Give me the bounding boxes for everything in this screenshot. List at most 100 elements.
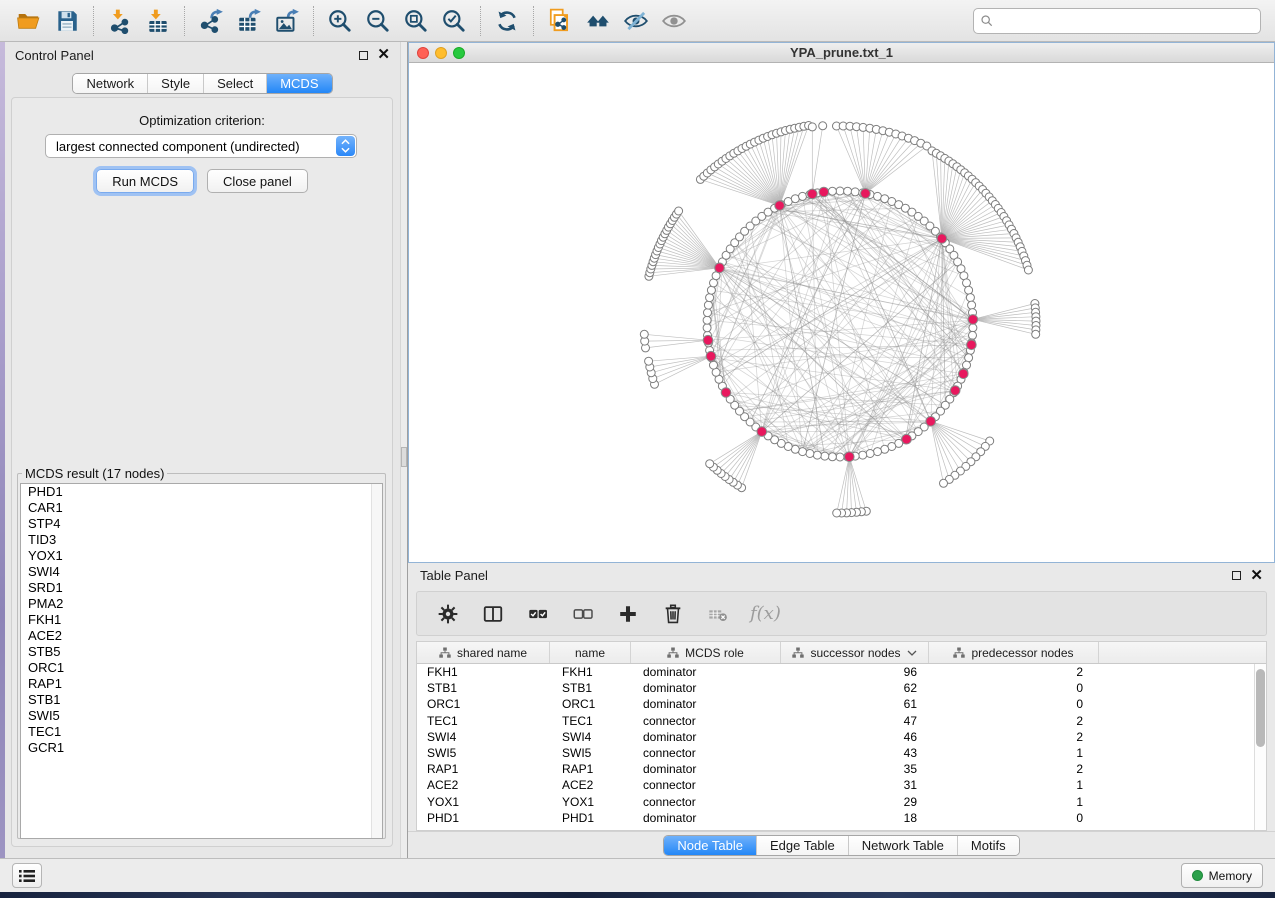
function-builder-button[interactable]: f(x) bbox=[750, 603, 781, 624]
close-panel-button[interactable]: Close panel bbox=[207, 169, 308, 193]
table-row[interactable]: YOX1YOX1connector291 bbox=[417, 794, 1254, 810]
tab-network[interactable]: Network bbox=[73, 74, 147, 93]
import-network-icon bbox=[107, 8, 133, 34]
cell-mcds-role: connector bbox=[631, 777, 781, 793]
mcds-list-scrollbar[interactable] bbox=[371, 484, 382, 838]
mcds-result-item[interactable]: SRD1 bbox=[21, 580, 382, 596]
apply-layout-button[interactable] bbox=[488, 3, 526, 39]
tab-style[interactable]: Style bbox=[147, 74, 203, 93]
run-mcds-button[interactable]: Run MCDS bbox=[96, 169, 194, 193]
column-header-name[interactable]: name bbox=[550, 642, 631, 663]
float-panel-icon[interactable] bbox=[359, 51, 368, 60]
first-neighbors-button[interactable] bbox=[579, 3, 617, 39]
mcds-result-fieldset: MCDS result (17 nodes) PHD1CAR1STP4TID3Y… bbox=[17, 466, 386, 839]
network-graph[interactable] bbox=[409, 63, 1274, 562]
deselect-all-icon bbox=[572, 603, 594, 625]
hide-selected-button[interactable] bbox=[617, 3, 655, 39]
open-file-button[interactable] bbox=[10, 3, 48, 39]
table-row[interactable]: TEC1TEC1connector472 bbox=[417, 713, 1254, 729]
table-scrollbar-thumb[interactable] bbox=[1256, 669, 1265, 747]
vertical-splitter[interactable] bbox=[400, 42, 408, 858]
mcds-result-item[interactable]: TID3 bbox=[21, 532, 382, 548]
maximize-window-icon[interactable] bbox=[453, 47, 465, 59]
column-header-predecessor-nodes[interactable]: predecessor nodes bbox=[929, 642, 1099, 663]
table-row[interactable]: FKH1FKH1dominator962 bbox=[417, 664, 1254, 680]
optimization-criterion-dropdown[interactable]: largest connected component (undirected) bbox=[45, 134, 357, 158]
control-panel: Control Panel ✕ Network Style Select MCD… bbox=[5, 42, 400, 858]
zoom-out-button[interactable] bbox=[359, 3, 397, 39]
cell-predecessor-nodes: 1 bbox=[929, 777, 1099, 793]
zoom-fit-button[interactable] bbox=[397, 3, 435, 39]
task-history-button[interactable] bbox=[12, 863, 42, 888]
table-row[interactable]: SWI5SWI5connector431 bbox=[417, 745, 1254, 761]
mcds-result-item[interactable]: SWI4 bbox=[21, 564, 382, 580]
cell-name: RAP1 bbox=[550, 761, 631, 777]
close-panel-icon[interactable]: ✕ bbox=[1250, 571, 1263, 581]
mcds-result-item[interactable]: PMA2 bbox=[21, 596, 382, 612]
delete-table-button[interactable] bbox=[705, 601, 731, 627]
table-row[interactable]: PHD1PHD1dominator180 bbox=[417, 810, 1254, 826]
table-scrollbar[interactable] bbox=[1254, 664, 1266, 830]
mcds-result-item[interactable]: STB5 bbox=[21, 644, 382, 660]
column-header-successor-nodes[interactable]: successor nodes bbox=[781, 642, 929, 663]
tab-node-table[interactable]: Node Table bbox=[664, 836, 756, 855]
mcds-result-item[interactable]: PHD1 bbox=[21, 484, 382, 500]
tab-motifs[interactable]: Motifs bbox=[957, 836, 1019, 855]
mcds-result-item[interactable]: YOX1 bbox=[21, 548, 382, 564]
mcds-result-item[interactable]: ACE2 bbox=[21, 628, 382, 644]
toolbar-separator bbox=[313, 6, 314, 36]
delete-column-button[interactable] bbox=[660, 601, 686, 627]
create-column-button[interactable] bbox=[615, 601, 641, 627]
control-panel-title: Control Panel bbox=[15, 48, 94, 63]
mcds-result-item[interactable]: ORC1 bbox=[21, 660, 382, 676]
search-box bbox=[973, 8, 1261, 34]
export-image-button[interactable] bbox=[268, 3, 306, 39]
export-network-button[interactable] bbox=[192, 3, 230, 39]
hierarchy-icon bbox=[667, 647, 679, 659]
column-header-mcds-role[interactable]: MCDS role bbox=[631, 642, 781, 663]
tab-select[interactable]: Select bbox=[203, 74, 266, 93]
mcds-result-item[interactable]: SWI5 bbox=[21, 708, 382, 724]
tab-edge-table[interactable]: Edge Table bbox=[756, 836, 848, 855]
table-panel: Table Panel ✕ bbox=[408, 563, 1275, 858]
column-header-shared-name[interactable]: shared name bbox=[417, 642, 550, 663]
mcds-result-item[interactable]: CAR1 bbox=[21, 500, 382, 516]
splitter-handle[interactable] bbox=[401, 447, 407, 467]
mcds-result-item[interactable]: STP4 bbox=[21, 516, 382, 532]
mcds-result-item[interactable]: RAP1 bbox=[21, 676, 382, 692]
mcds-result-item[interactable]: STB1 bbox=[21, 692, 382, 708]
mcds-result-item[interactable]: TEC1 bbox=[21, 724, 382, 740]
refresh-icon bbox=[494, 8, 520, 34]
import-network-button[interactable] bbox=[101, 3, 139, 39]
import-table-button[interactable] bbox=[139, 3, 177, 39]
search-input[interactable] bbox=[973, 8, 1261, 34]
show-columns-button[interactable] bbox=[480, 601, 506, 627]
close-window-icon[interactable] bbox=[417, 47, 429, 59]
table-settings-button[interactable] bbox=[435, 601, 461, 627]
mcds-result-item[interactable]: GCR1 bbox=[21, 740, 382, 756]
select-all-rows-button[interactable] bbox=[525, 601, 551, 627]
table-row[interactable]: ORC1ORC1dominator610 bbox=[417, 696, 1254, 712]
deselect-all-rows-button[interactable] bbox=[570, 601, 596, 627]
table-row[interactable]: STB1STB1dominator620 bbox=[417, 680, 1254, 696]
cell-shared-name: ACE2 bbox=[417, 777, 550, 793]
new-network-from-selection-button[interactable] bbox=[541, 3, 579, 39]
show-all-button[interactable] bbox=[655, 3, 693, 39]
tab-network-table[interactable]: Network Table bbox=[848, 836, 957, 855]
save-session-button[interactable] bbox=[48, 3, 86, 39]
network-titlebar[interactable]: YPA_prune.txt_1 bbox=[409, 43, 1274, 63]
table-row[interactable]: SWI4SWI4dominator462 bbox=[417, 729, 1254, 745]
tab-mcds[interactable]: MCDS bbox=[266, 74, 331, 93]
zoom-selected-button[interactable] bbox=[435, 3, 473, 39]
table-row[interactable]: ACE2ACE2connector311 bbox=[417, 777, 1254, 793]
optimization-criterion-label: Optimization criterion: bbox=[12, 113, 392, 128]
table-row[interactable]: RAP1RAP1dominator352 bbox=[417, 761, 1254, 777]
mcds-result-item[interactable]: FKH1 bbox=[21, 612, 382, 628]
table-header-row: shared name name MCDS role successor nod… bbox=[417, 642, 1266, 664]
zoom-in-button[interactable] bbox=[321, 3, 359, 39]
export-table-button[interactable] bbox=[230, 3, 268, 39]
minimize-window-icon[interactable] bbox=[435, 47, 447, 59]
float-panel-icon[interactable] bbox=[1232, 571, 1241, 580]
close-panel-icon[interactable]: ✕ bbox=[377, 50, 390, 60]
memory-button[interactable]: Memory bbox=[1181, 863, 1263, 888]
